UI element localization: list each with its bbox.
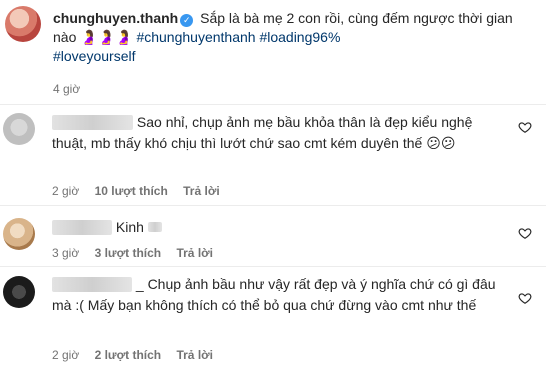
comment-text: Kinh (115, 219, 144, 235)
like-heart-icon[interactable] (518, 120, 532, 134)
blurred-username[interactable] (52, 115, 133, 130)
comment-body: Sao nhỉ, chụp ảnh mẹ bầu khỏa thân là đẹ… (52, 112, 507, 154)
comment-meta: 3 giờ 3 lượt thích Trả lời (52, 246, 225, 260)
comment-meta: 2 giờ 10 lượt thích Trả lời (52, 184, 232, 198)
reply-button[interactable]: Trả lời (176, 348, 213, 362)
author-avatar[interactable] (5, 6, 41, 42)
caption-emoji: 🤰🤰🤰 (80, 29, 133, 45)
like-heart-icon[interactable] (518, 226, 532, 240)
commenter-avatar[interactable] (3, 218, 35, 250)
blurred-username[interactable] (52, 277, 132, 292)
comment-meta: 2 giờ 2 lượt thích Trả lời (52, 348, 225, 362)
divider (0, 205, 546, 206)
hashtag-link[interactable]: #loveyourself (53, 48, 136, 64)
comment-likes[interactable]: 3 lượt thích (95, 246, 162, 260)
hashtag-link[interactable]: #loading96% (259, 29, 340, 45)
comment-time[interactable]: 3 giờ (52, 246, 79, 260)
instagram-comments-view: chunghuyen.thanh ✓ Sắp là bà mẹ 2 con rồi… (0, 0, 546, 366)
comment-time[interactable]: 2 giờ (52, 184, 79, 198)
commenter-avatar[interactable] (3, 113, 35, 145)
comment-body: Kinh (52, 217, 507, 238)
divider (0, 266, 546, 267)
divider (0, 104, 546, 105)
comment-body: _ Chụp ảnh bầu như vậy rất đẹp và ý nghĩ… (52, 274, 507, 316)
verified-badge-icon: ✓ (180, 14, 194, 27)
comment-time[interactable]: 2 giờ (52, 348, 79, 362)
post-caption: chunghuyen.thanh ✓ Sắp là bà mẹ 2 con rồi… (53, 9, 523, 66)
post-meta: 4 giờ (53, 82, 92, 96)
like-heart-icon[interactable] (518, 291, 532, 305)
comment-likes[interactable]: 10 lượt thích (95, 184, 168, 198)
blurred-username[interactable] (52, 220, 112, 235)
reply-button[interactable]: Trả lời (176, 246, 213, 260)
comment-likes[interactable]: 2 lượt thích (95, 348, 162, 362)
comment-emoji: 😕😕 (426, 135, 456, 151)
hashtag-link[interactable]: #chunghuyenthanh (136, 29, 255, 45)
blurred-text (147, 222, 162, 232)
author-username[interactable]: chunghuyen.thanh (53, 10, 178, 26)
post-time[interactable]: 4 giờ (53, 82, 80, 96)
reply-button[interactable]: Trả lời (183, 184, 220, 198)
commenter-avatar[interactable] (3, 276, 35, 308)
